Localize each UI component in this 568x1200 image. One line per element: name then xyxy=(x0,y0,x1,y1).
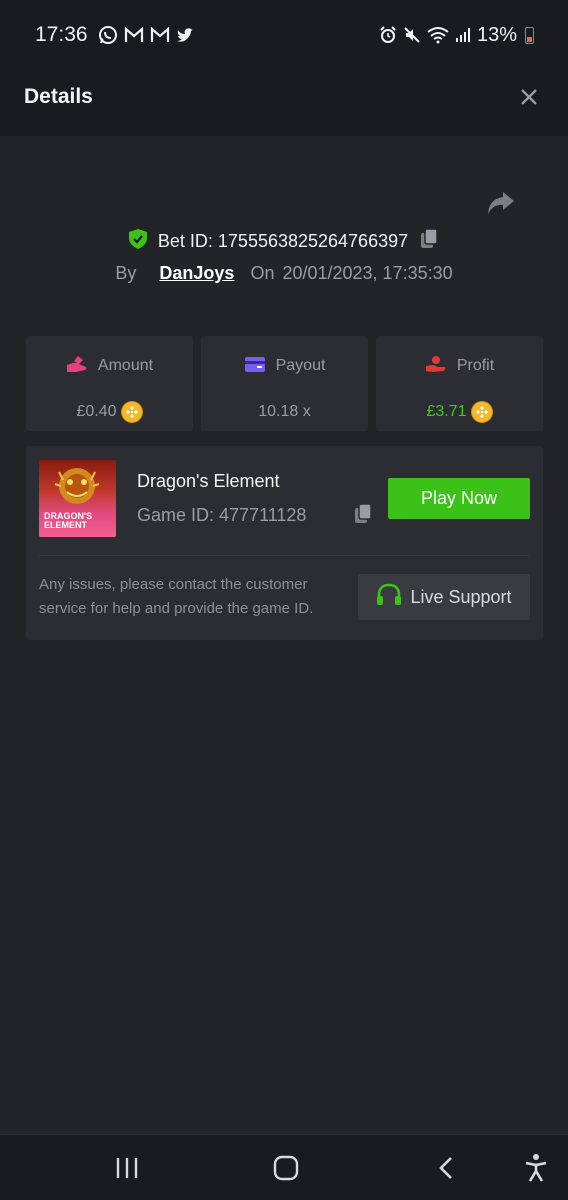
home-icon xyxy=(273,1155,299,1181)
stat-amount: Amount £0.40 xyxy=(26,336,193,431)
bet-id-row: Bet ID: 1755563825264766397 xyxy=(0,228,568,255)
game-name: Dragon's Element xyxy=(137,471,280,491)
headphones-icon xyxy=(376,583,402,612)
stat-amount-label: Amount xyxy=(97,357,154,374)
back-button[interactable] xyxy=(426,1151,466,1185)
alarm-icon xyxy=(379,26,397,44)
bet-id-label: Bet ID: xyxy=(157,231,213,251)
back-icon xyxy=(439,1157,452,1179)
stat-amount-value: £0.40 xyxy=(76,403,117,420)
page-title: Details xyxy=(24,85,93,108)
stat-profit-label: Profit xyxy=(456,357,495,374)
hand-coin-icon xyxy=(66,355,88,378)
accessibility-icon xyxy=(525,1154,547,1182)
stat-payout-label: Payout xyxy=(275,357,326,374)
game-thumbnail[interactable]: DRAGON'S ELEMENT xyxy=(39,460,116,537)
coin-icon xyxy=(470,401,493,423)
wifi-icon xyxy=(427,26,449,44)
stat-profit-value: £3.71 xyxy=(426,403,467,420)
whatsapp-icon xyxy=(98,25,118,45)
recents-icon xyxy=(116,1158,138,1178)
card-icon xyxy=(244,355,266,378)
close-icon xyxy=(521,89,537,105)
hand-heart-icon xyxy=(425,355,447,378)
stat-payout: Payout 10.18 x xyxy=(201,336,368,431)
copy-icon xyxy=(421,228,438,248)
battery-icon xyxy=(525,26,534,44)
share-button[interactable] xyxy=(486,190,518,218)
stat-amount-value-row: £0.40 xyxy=(76,401,143,423)
mute-icon xyxy=(403,26,421,44)
support-help-text: Any issues, please contact the customer … xyxy=(39,576,314,617)
play-now-button[interactable]: Play Now xyxy=(388,478,530,519)
bet-id-value: 1755563825264766397 xyxy=(217,231,409,251)
stat-profit-value-row: £3.71 xyxy=(426,401,493,423)
stat-amount-header: Amount xyxy=(66,355,153,377)
system-nav-bar xyxy=(0,1134,568,1200)
share-icon xyxy=(488,192,514,214)
bet-datetime: 20/01/2023, 17:35:30 xyxy=(282,263,453,283)
copy-bet-id-button[interactable] xyxy=(418,228,440,255)
bet-id-text: Bet ID: 1755563825264766397 xyxy=(158,231,408,252)
bet-stats: Amount £0.40 Payout 10.18 x Profit £3.71 xyxy=(26,336,543,431)
recent-apps-button[interactable] xyxy=(107,1151,147,1185)
stat-profit-header: Profit xyxy=(425,355,494,377)
on-label: On xyxy=(250,263,275,283)
stat-payout-value-row: 10.18 x xyxy=(258,401,310,423)
live-support-button[interactable]: Live Support xyxy=(358,574,530,620)
gmail-icon xyxy=(124,27,144,43)
stat-payout-value: 10.18 x xyxy=(258,403,311,420)
coin-icon xyxy=(120,401,143,423)
game-card: DRAGON'S ELEMENT Dragon's Element Game I… xyxy=(26,446,543,640)
stat-profit: Profit £3.71 xyxy=(376,336,543,431)
gmail-icon xyxy=(150,27,170,43)
bet-meta-row: By DanJoys On 20/01/2023, 17:35:30 xyxy=(0,263,568,284)
home-button[interactable] xyxy=(266,1151,306,1185)
game-id: Game ID: 477711128 xyxy=(137,505,307,525)
close-button[interactable] xyxy=(514,82,544,112)
status-time: 17:36 xyxy=(35,23,88,46)
accessibility-button[interactable] xyxy=(516,1151,556,1185)
signal-icon xyxy=(455,27,471,43)
battery-percent: 13% xyxy=(476,23,517,46)
status-bar-left: 17:36 xyxy=(35,23,196,47)
copy-icon xyxy=(355,503,372,523)
details-header: Details xyxy=(0,58,568,136)
by-label: By xyxy=(115,263,137,283)
copy-game-id-button[interactable] xyxy=(352,503,374,530)
game-thumb-title-2: ELEMENT xyxy=(44,520,88,530)
divider xyxy=(39,555,529,556)
dragon-image: DRAGON'S ELEMENT xyxy=(44,468,100,530)
live-support-label: Live Support xyxy=(410,586,512,607)
stat-payout-header: Payout xyxy=(244,355,326,378)
username-link[interactable]: DanJoys xyxy=(159,263,234,284)
status-bar-right: 13% xyxy=(379,24,534,47)
verified-shield-icon xyxy=(128,228,148,255)
twitter-icon xyxy=(176,27,196,44)
